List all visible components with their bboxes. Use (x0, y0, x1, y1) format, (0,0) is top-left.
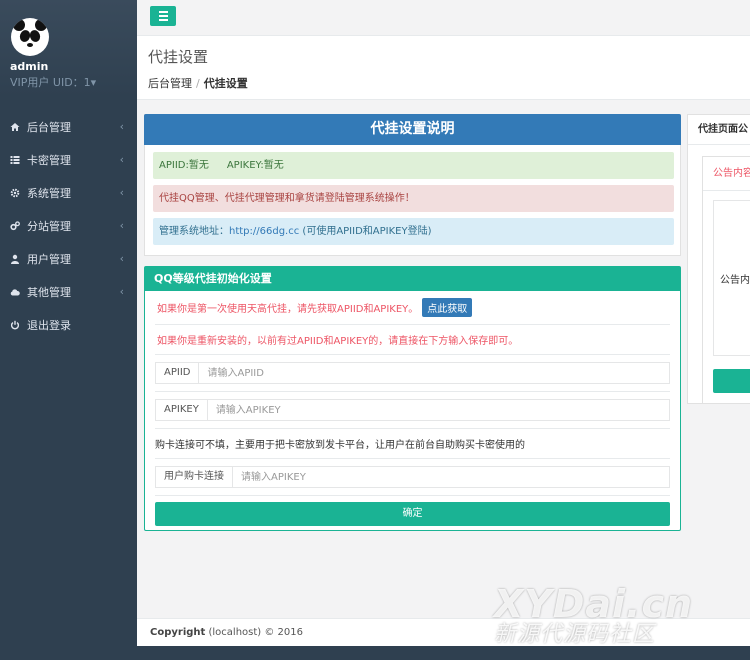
apiid-input-group: APIID (155, 362, 670, 384)
init-settings-panel: QQ等级代挂初始化设置 如果你是第一次使用天高代挂，请先获取APIID和APIK… (144, 266, 681, 531)
apiid-label: APIID (156, 363, 200, 383)
submit-row: 确定 (155, 496, 670, 532)
sidebar-item-label: 退出登录 (27, 318, 71, 332)
apiid-input[interactable] (199, 363, 669, 383)
buy-link-input[interactable] (233, 467, 669, 487)
gear-icon (10, 188, 22, 198)
sidebar-item-substation[interactable]: 分站管理 ‹ (0, 209, 137, 242)
sidebar-item-label: 分站管理 (27, 219, 71, 233)
page-header: 代挂设置 后台管理 / 代挂设置 (137, 36, 750, 100)
first-time-row: 如果你是第一次使用天高代挂，请先获取APIID和APIKEY。 点此获取 (155, 291, 670, 325)
apikey-row: APIKEY (155, 392, 670, 429)
bottom-strip (0, 646, 750, 660)
gears-icon (10, 220, 22, 231)
sidebar: admin VIP用户 UID：1▾ 后台管理 ‹ 卡密管理 ‹ 系统管理 ‹ … (0, 0, 137, 660)
announcement-subtitle: 公告内容 (703, 157, 750, 191)
buy-link-input-group: 用户购卡连接 (155, 466, 670, 488)
apikey-status: APIKEY:暂无 (226, 160, 284, 171)
breadcrumb-home[interactable]: 后台管理 (148, 77, 192, 90)
cloud-icon (10, 287, 22, 297)
announcement-panel: 代挂页面公 公告内容 公告内 (687, 114, 750, 404)
announcement-title: 代挂页面公 (688, 115, 750, 145)
home-icon (10, 122, 22, 132)
apikey-label: APIKEY (156, 400, 208, 420)
footer: Copyright (localhost) © 2016 (137, 618, 750, 646)
topbar (137, 0, 750, 36)
buy-link-label: 用户购卡连接 (156, 467, 233, 487)
form-title: QQ等级代挂初始化设置 (145, 267, 680, 291)
apiid-row: APIID (155, 355, 670, 392)
first-time-text: 如果你是第一次使用天高代挂，请先获取APIID和APIKEY。 (157, 304, 419, 315)
sidebar-item-other[interactable]: 其他管理 ‹ (0, 275, 137, 308)
address-suffix: (可使用APIID和APIKEY登陆) (299, 226, 432, 237)
announcement-label: 公告内 (720, 275, 750, 286)
buy-link-note: 购卡连接可不填，主要用于把卡密放到发卡平台，让用户在前台自助购买卡密使用的 (155, 429, 670, 459)
sidebar-item-label: 系统管理 (27, 186, 71, 200)
user-uid-dropdown[interactable]: VIP用户 UID：1▾ (10, 74, 137, 90)
announcement-save-button[interactable] (713, 369, 750, 393)
sidebar-item-label: 卡密管理 (27, 153, 71, 167)
sidebar-nav: 后台管理 ‹ 卡密管理 ‹ 系统管理 ‹ 分站管理 ‹ 用户管理 ‹ 其他管理 … (0, 110, 137, 341)
sidebar-item-backend[interactable]: 后台管理 ‹ (0, 110, 137, 143)
chevron-left-icon: ‹ (119, 120, 124, 133)
reinstall-text: 如果你是重新安装的，以前有过APIID和APIKEY的，请直接在下方输入保存即可… (155, 325, 670, 355)
address-alert: 管理系统地址：http://66dg.cc (可使用APIID和APIKEY登陆… (153, 218, 674, 245)
chevron-left-icon: ‹ (119, 285, 124, 298)
chevron-left-icon: ‹ (119, 219, 124, 232)
breadcrumb-current: 代挂设置 (203, 77, 248, 90)
power-icon (10, 320, 22, 330)
warning-alert: 代挂QQ管理、代挂代理管理和拿货请登陆管理系统操作！ (153, 185, 674, 212)
sidebar-item-cards[interactable]: 卡密管理 ‹ (0, 143, 137, 176)
chevron-left-icon: ‹ (119, 186, 124, 199)
page-title: 代挂设置 (148, 48, 209, 66)
api-status-alert: APIID:暂无 APIKEY:暂无 (153, 152, 674, 179)
notice-title: 代挂设置说明 (144, 114, 681, 145)
footer-brand: Copyright (150, 627, 206, 638)
address-prefix: 管理系统地址： (159, 226, 229, 237)
sidebar-item-label: 用户管理 (27, 252, 71, 266)
apiid-status: APIID:暂无 (159, 160, 209, 171)
chevron-left-icon: ‹ (119, 252, 124, 265)
breadcrumb: 后台管理 / 代挂设置 (148, 75, 739, 91)
hamburger-icon (158, 11, 168, 13)
username: admin (10, 60, 49, 73)
menu-toggle-button[interactable] (150, 6, 176, 26)
get-api-button[interactable]: 点此获取 (422, 298, 473, 317)
list-icon (10, 155, 22, 165)
notice-panel: 代挂设置说明 APIID:暂无 APIKEY:暂无 代挂QQ管理、代挂代理管理和拿… (144, 114, 681, 256)
sidebar-item-logout[interactable]: 退出登录 (0, 308, 137, 341)
sidebar-item-users[interactable]: 用户管理 ‹ (0, 242, 137, 275)
announcement-textarea[interactable]: 公告内 (713, 200, 750, 356)
profile: admin VIP用户 UID：1▾ (0, 0, 137, 97)
breadcrumb-separator: / (196, 77, 200, 90)
apikey-input-group: APIKEY (155, 399, 670, 421)
admin-system-link[interactable]: http://66dg.cc (229, 226, 299, 237)
footer-text: (localhost) © 2016 (205, 627, 303, 638)
user-icon (10, 254, 22, 264)
submit-button[interactable]: 确定 (155, 502, 670, 526)
sidebar-item-label: 后台管理 (27, 120, 71, 134)
apikey-input[interactable] (207, 400, 669, 420)
sidebar-item-label: 其他管理 (27, 285, 71, 299)
sidebar-item-system[interactable]: 系统管理 ‹ (0, 176, 137, 209)
buy-link-row: 用户购卡连接 (155, 459, 670, 496)
chevron-left-icon: ‹ (119, 153, 124, 166)
avatar[interactable] (11, 18, 49, 56)
